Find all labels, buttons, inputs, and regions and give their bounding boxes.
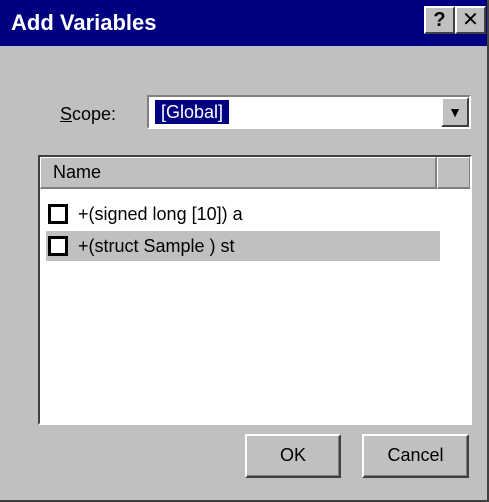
scope-dropdown[interactable]: [Global] ▼ (147, 95, 471, 129)
help-button[interactable]: ? (424, 6, 455, 34)
list-item[interactable]: +(struct Sample ) st (46, 231, 440, 261)
close-button[interactable]: ✕ (455, 6, 486, 34)
scope-label: Scope: (60, 103, 116, 125)
add-variables-dialog: Add Variables ? ✕ Scope: [Global] ▼ Name… (0, 0, 489, 502)
cancel-button[interactable]: Cancel (362, 434, 469, 478)
list-item-label: +(signed long [10]) a (78, 204, 243, 224)
scope-selected-value: [Global] (153, 99, 231, 125)
scope-label-text: cope: (72, 104, 117, 124)
variables-list[interactable]: Name +(signed long [10]) a +(struct Samp… (38, 155, 472, 425)
dropdown-arrow-icon[interactable]: ▼ (441, 97, 469, 127)
column-header-name[interactable]: Name (40, 157, 437, 189)
column-header-filler (437, 157, 470, 189)
window-title: Add Variables (11, 10, 157, 35)
title-bar[interactable]: Add Variables ? ✕ (0, 0, 487, 46)
scope-label-accelerator: S (60, 104, 73, 124)
list-item[interactable]: +(signed long [10]) a (46, 199, 440, 229)
checkbox[interactable] (48, 236, 68, 256)
list-item-label: +(struct Sample ) st (78, 236, 235, 256)
ok-button[interactable]: OK (245, 434, 341, 478)
checkbox[interactable] (48, 204, 68, 224)
